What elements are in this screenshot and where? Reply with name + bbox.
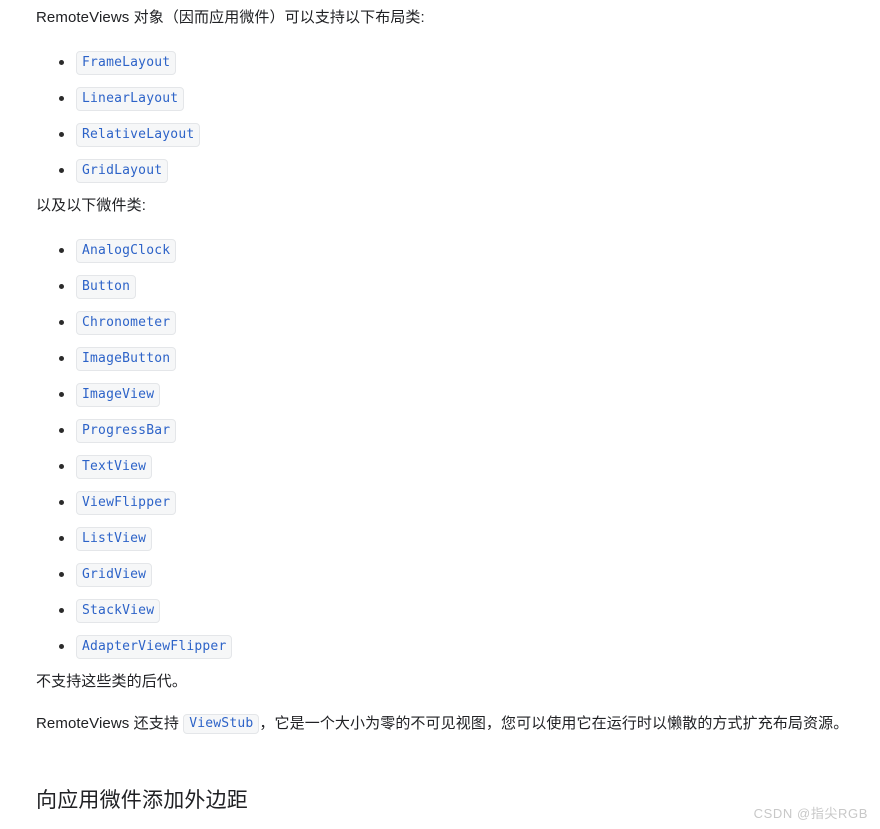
section-heading: 向应用微件添加外边距 (36, 789, 248, 812)
code-chip-relativelayout[interactable]: RelativeLayout (76, 123, 201, 147)
bullet-icon (59, 500, 64, 505)
bullet-icon (59, 536, 64, 541)
code-chip-adapterviewflipper[interactable]: AdapterViewFlipper (76, 635, 233, 659)
list-item: TextView (0, 448, 232, 484)
code-chip-analogclock[interactable]: AnalogClock (76, 239, 177, 263)
bullet-icon (59, 284, 64, 289)
code-chip-chronometer[interactable]: Chronometer (76, 311, 177, 335)
bullet-icon (59, 168, 64, 173)
viewstub-paragraph-before: RemoteViews 还支持 (36, 715, 184, 732)
viewstub-paragraph: RemoteViews 还支持 ViewStub ，它是一个大小为零的不可见视图，… (36, 710, 868, 738)
code-chip-listview[interactable]: ListView (76, 527, 153, 551)
list-item: ImageButton (0, 340, 232, 376)
list-item: AnalogClock (0, 232, 232, 268)
code-chip-framelayout[interactable]: FrameLayout (76, 51, 177, 75)
list-item: ViewFlipper (0, 484, 232, 520)
list-item: FrameLayout (0, 44, 200, 80)
code-chip-imageview[interactable]: ImageView (76, 383, 161, 407)
list-item: Button (0, 268, 232, 304)
bullet-icon (59, 96, 64, 101)
csdn-watermark: CSDN @指尖RGB (753, 806, 868, 821)
code-chip-progressbar[interactable]: ProgressBar (76, 419, 177, 443)
list-item: GridView (0, 556, 232, 592)
code-chip-gridlayout[interactable]: GridLayout (76, 159, 169, 183)
viewstub-paragraph-after: ，它是一个大小为零的不可见视图，您可以使用它在运行时以懒散的方式扩充布局资源。 (259, 715, 849, 732)
code-chip-viewflipper[interactable]: ViewFlipper (76, 491, 177, 515)
code-chip-textview[interactable]: TextView (76, 455, 153, 479)
code-chip-gridview[interactable]: GridView (76, 563, 153, 587)
code-chip-linearlayout[interactable]: LinearLayout (76, 87, 185, 111)
bullet-icon (59, 464, 64, 469)
widgets-intro-paragraph: 以及以下微件类: (36, 197, 146, 214)
list-item: ProgressBar (0, 412, 232, 448)
layout-class-list: FrameLayout LinearLayout RelativeLayout … (0, 44, 201, 188)
bullet-icon (59, 572, 64, 577)
list-item: ImageView (0, 376, 232, 412)
bullet-icon (59, 320, 64, 325)
document-body: RemoteViews 对象（因而应用微件）可以支持以下布局类: FrameLa… (0, 0, 880, 829)
bullet-icon (59, 428, 64, 433)
widget-class-list: AnalogClock Button Chronometer ImageButt… (0, 232, 233, 664)
code-chip-viewstub[interactable]: ViewStub (183, 714, 260, 734)
bullet-icon (59, 248, 64, 253)
bullet-icon (59, 132, 64, 137)
intro-paragraph: RemoteViews 对象（因而应用微件）可以支持以下布局类: (36, 9, 425, 26)
code-chip-stackview[interactable]: StackView (76, 599, 161, 623)
bullet-icon (59, 644, 64, 649)
list-item: LinearLayout (0, 80, 200, 116)
list-item: StackView (0, 592, 232, 628)
bullet-icon (59, 356, 64, 361)
code-chip-button[interactable]: Button (76, 275, 137, 299)
list-item: GridLayout (0, 152, 200, 188)
list-item: Chronometer (0, 304, 232, 340)
bullet-icon (59, 60, 64, 65)
list-item: ListView (0, 520, 232, 556)
bullet-icon (59, 608, 64, 613)
list-item: RelativeLayout (0, 116, 201, 152)
list-item: AdapterViewFlipper (0, 628, 233, 664)
code-chip-imagebutton[interactable]: ImageButton (76, 347, 177, 371)
bullet-icon (59, 392, 64, 397)
no-descendants-paragraph: 不支持这些类的后代。 (36, 673, 188, 690)
